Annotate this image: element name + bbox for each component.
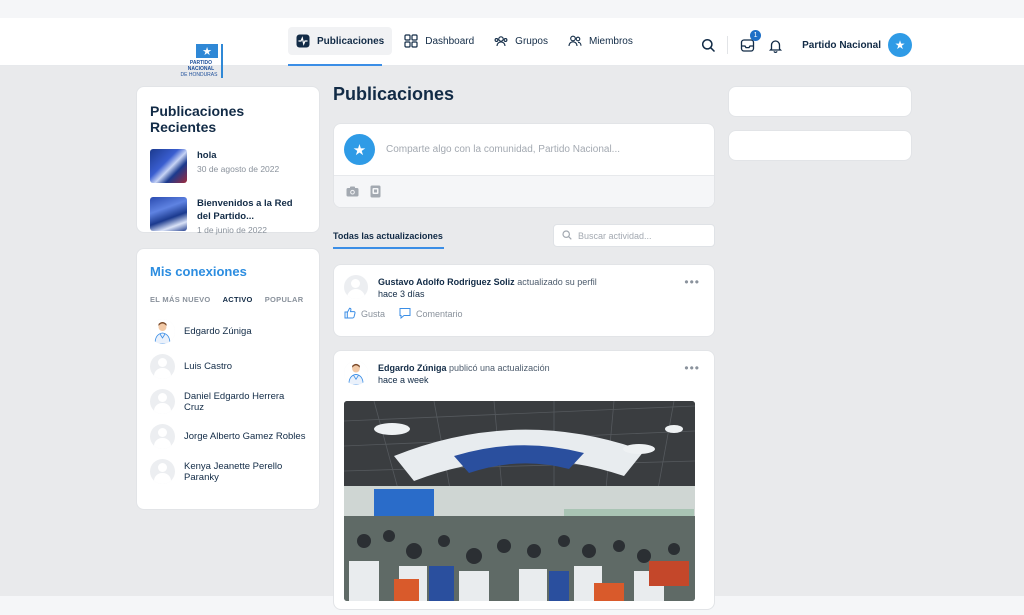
activity-post: Gustavo Adolfo Rodriguez Soliz actualiza… (333, 264, 715, 337)
logo-text-3: DE HONDURAS (181, 72, 219, 78)
connections-widget: Mis conexiones EL MÁS NUEVO ACTIVO POPUL… (136, 248, 320, 510)
groups-icon (494, 34, 508, 48)
post-author[interactable]: Gustavo Adolfo Rodriguez Soliz (378, 277, 515, 287)
bell-icon[interactable] (766, 36, 784, 54)
tab-popular[interactable]: POPULAR (265, 295, 304, 304)
post-composer: ★ Comparte algo con la comunidad, Partid… (333, 123, 715, 208)
widget-title[interactable]: Mis conexiones (150, 264, 306, 279)
like-button[interactable]: Gusta (344, 307, 385, 321)
tab-active[interactable]: ACTIVO (223, 295, 253, 304)
main-nav: Publicaciones Dashboard Grupos Miembros (288, 27, 641, 55)
post-header: Edgardo Zúniga publicó una actualización… (334, 351, 714, 385)
member-name[interactable]: Luis Castro (184, 361, 232, 372)
nav-dashboard[interactable]: Dashboard (396, 27, 482, 55)
post-thumbnail[interactable] (150, 149, 187, 183)
composer-placeholder[interactable]: Comparte algo con la comunidad, Partido … (386, 144, 620, 155)
like-label: Gusta (361, 309, 386, 319)
active-nav-indicator (288, 64, 382, 66)
composer-avatar: ★ (344, 134, 375, 165)
members-icon (568, 34, 582, 48)
member-list: Edgardo Zúniga Luis Castro Daniel Edgard… (150, 314, 306, 489)
inbox-icon[interactable]: 1 (738, 30, 762, 54)
post-summary: Gustavo Adolfo Rodriguez Soliz actualiza… (378, 275, 597, 289)
gif-icon[interactable] (369, 185, 382, 201)
activity-icon (296, 34, 310, 48)
member-name[interactable]: Edgardo Zúniga (184, 326, 252, 337)
post-author[interactable]: Edgardo Zúniga (378, 363, 447, 373)
composer-input-row[interactable]: ★ Comparte algo con la comunidad, Partid… (334, 124, 714, 175)
member-name[interactable]: Kenya Jeanette Perello Paranky (184, 461, 294, 483)
user-avatar[interactable]: ★ (888, 33, 912, 57)
member-item[interactable]: Edgardo Zúniga (150, 314, 306, 349)
post-summary: Edgardo Zúniga publicó una actualización (378, 361, 550, 375)
recent-posts-widget: Publicaciones Recientes hola 30 de agost… (136, 86, 320, 235)
recent-post-item[interactable]: Bienvenidos a la Red del Partido... 1 de… (150, 197, 306, 235)
right-widget-2 (728, 130, 912, 161)
post-time[interactable]: hace a week (378, 375, 550, 385)
page-title: Publicaciones (333, 84, 455, 104)
activity-post: Edgardo Zúniga publicó una actualización… (333, 350, 715, 610)
member-name[interactable]: Jorge Alberto Gamez Robles (184, 431, 305, 442)
post-thumbnail[interactable] (150, 197, 187, 231)
grid-icon (404, 34, 418, 48)
search-icon[interactable] (699, 36, 717, 54)
user-name[interactable]: Partido Nacional (802, 40, 881, 51)
recent-post-date: 30 de agosto de 2022 (197, 164, 280, 174)
member-item[interactable]: Luis Castro (150, 349, 306, 384)
nav-label: Grupos (515, 35, 548, 47)
header-divider (727, 36, 729, 54)
messages-badge: 1 (750, 30, 762, 41)
more-options-icon[interactable]: ••• (684, 275, 700, 289)
post-time[interactable]: hace 3 días (378, 289, 597, 299)
comment-icon (399, 307, 411, 321)
widget-title: Publicaciones Recientes (150, 103, 245, 135)
member-item[interactable]: Kenya Jeanette Perello Paranky (150, 454, 306, 489)
header-actions: 1 Partido Nacional ★ (699, 30, 912, 57)
author-avatar[interactable] (344, 361, 368, 385)
search-icon (562, 229, 572, 242)
member-avatar[interactable] (150, 459, 175, 484)
tab-active-indicator (333, 247, 444, 249)
nav-label: Miembros (588, 35, 633, 47)
top-strip (0, 0, 1024, 18)
composer-toolbar (334, 175, 714, 207)
nav-publicaciones[interactable]: Publicaciones (288, 27, 393, 55)
search-input[interactable]: Buscar actividad... (578, 231, 652, 241)
thumbs-up-icon (344, 307, 356, 321)
camera-icon[interactable] (346, 186, 359, 200)
post-image[interactable] (344, 401, 695, 601)
connections-tabs: EL MÁS NUEVO ACTIVO POPULAR (150, 295, 306, 304)
activity-search[interactable]: Buscar actividad... (553, 224, 715, 247)
nav-grupos[interactable]: Grupos (486, 27, 556, 55)
member-avatar[interactable] (150, 354, 175, 379)
member-avatar[interactable] (150, 389, 175, 414)
author-avatar[interactable] (344, 275, 368, 299)
member-avatar[interactable] (150, 424, 175, 449)
recent-post-item[interactable]: hola 30 de agosto de 2022 (150, 149, 306, 183)
recent-post-title[interactable]: Bienvenidos a la Red del Partido... (197, 197, 306, 223)
post-action: actualizado su perfil (517, 277, 597, 287)
nav-label: Publicaciones (317, 35, 385, 47)
member-item[interactable]: Jorge Alberto Gamez Robles (150, 419, 306, 454)
recent-post-title[interactable]: hola (197, 149, 279, 162)
member-item[interactable]: Daniel Edgardo Herrera Cruz (150, 384, 306, 419)
nav-label: Dashboard (425, 35, 475, 47)
member-name[interactable]: Daniel Edgardo Herrera Cruz (184, 391, 306, 413)
site-header: ★ PARTIDO NACIONAL DE HONDURAS Publicaci… (0, 18, 1024, 78)
recent-post-date: 1 de junio de 2022 (197, 225, 267, 235)
party-logo[interactable]: ★ PARTIDO NACIONAL DE HONDURAS (176, 42, 226, 78)
post-header: Gustavo Adolfo Rodriguez Soliz actualiza… (334, 265, 714, 299)
right-widget-1 (728, 86, 912, 117)
tab-all-updates[interactable]: Todas las actualizaciones (333, 231, 443, 241)
post-actions: Gusta Comentario (334, 299, 714, 321)
svg-text:★: ★ (202, 45, 212, 58)
post-action: publicó una actualización (449, 363, 550, 373)
nav-miembros[interactable]: Miembros (560, 27, 641, 55)
activity-tabbar: Todas las actualizaciones Buscar activid… (333, 224, 715, 250)
comment-label: Comentario (416, 309, 463, 319)
tab-newest[interactable]: EL MÁS NUEVO (150, 295, 211, 304)
member-avatar[interactable] (150, 319, 175, 344)
more-options-icon[interactable]: ••• (684, 361, 700, 375)
comment-button[interactable]: Comentario (399, 307, 463, 321)
